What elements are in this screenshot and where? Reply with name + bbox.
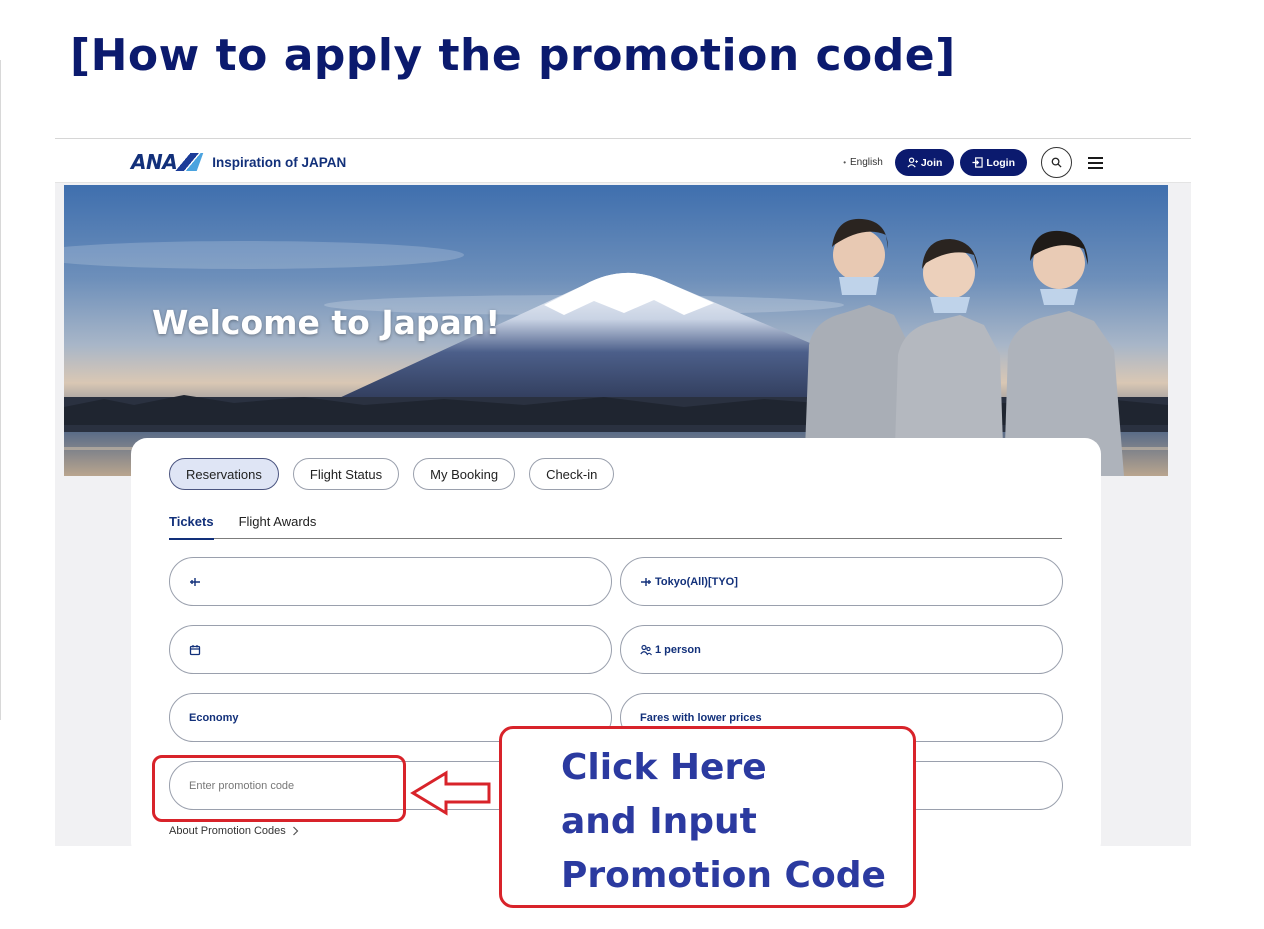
tagline: Inspiration of JAPAN	[212, 154, 347, 170]
slide-title: [How to apply the promotion code]	[70, 30, 956, 81]
join-button[interactable]: Join	[894, 149, 955, 176]
hero-banner: Welcome to Japan!	[64, 185, 1168, 476]
search-button[interactable]	[1041, 147, 1072, 178]
arrival-value: Tokyo(All)[TYO]	[655, 575, 738, 588]
login-icon	[972, 157, 984, 168]
site-header: ANA Inspiration of JAPAN English Join Lo…	[55, 139, 1191, 183]
subtab-flight-awards[interactable]: Flight Awards	[239, 514, 317, 539]
passengers-value: 1 person	[655, 643, 701, 656]
arrival-field[interactable]: Tokyo(All)[TYO]	[620, 557, 1063, 606]
login-button[interactable]: Login	[960, 149, 1027, 176]
callout-line-3: Promotion Code	[561, 855, 886, 896]
plane-departure-icon	[190, 577, 200, 586]
departure-field[interactable]	[169, 557, 612, 606]
callout-line-2: and Input	[561, 801, 757, 842]
plane-arrival-icon	[641, 577, 651, 586]
left-arrow-icon	[410, 770, 491, 816]
join-label: Join	[920, 156, 943, 169]
instruction-callout: Click Here and Input Promotion Code	[499, 726, 916, 908]
booking-tabs: Reservations Flight Status My Booking Ch…	[169, 458, 615, 490]
left-divider	[0, 60, 1, 720]
fare-type-value: Fares with lower prices	[640, 711, 762, 724]
about-promotion-codes-link[interactable]: About Promotion Codes	[169, 825, 299, 837]
login-label: Login	[986, 156, 1015, 169]
date-field[interactable]	[169, 625, 612, 674]
tab-check-in[interactable]: Check-in	[529, 458, 615, 490]
logo-wordmark: ANA	[131, 150, 178, 174]
ana-logo[interactable]: ANA Inspiration of JAPAN	[131, 150, 346, 174]
tab-my-booking[interactable]: My Booking	[413, 458, 516, 490]
header-actions: English Join Login	[843, 147, 1103, 178]
user-icon	[907, 157, 918, 168]
passengers-icon	[640, 644, 652, 655]
tab-reservations[interactable]: Reservations	[169, 458, 279, 490]
subtab-tickets[interactable]: Tickets	[169, 514, 214, 540]
callout-line-1: Click Here	[561, 747, 767, 788]
chevron-right-icon	[292, 826, 299, 836]
about-promotion-codes-label: About Promotion Codes	[169, 825, 286, 837]
hero-welcome-text: Welcome to Japan!	[152, 303, 501, 342]
cabin-class-value: Economy	[189, 711, 239, 724]
tab-flight-status[interactable]: Flight Status	[292, 458, 400, 490]
booking-subtabs: Tickets Flight Awards	[169, 514, 1062, 540]
promo-field-highlight	[152, 755, 406, 822]
search-icon	[1051, 157, 1062, 168]
language-selector[interactable]: English	[843, 157, 883, 168]
hamburger-menu-icon[interactable]	[1088, 156, 1103, 169]
calendar-icon	[189, 644, 201, 655]
passengers-field[interactable]: 1 person	[620, 625, 1063, 674]
logo-stripe-icon	[174, 153, 204, 171]
